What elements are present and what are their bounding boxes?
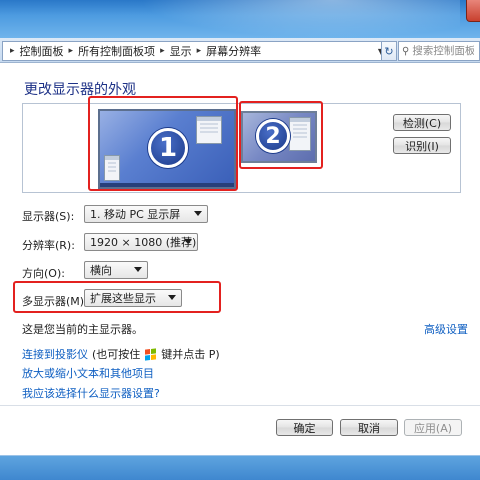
detect-button[interactable]: 检测(C) <box>393 114 451 131</box>
orientation-select-value: 横向 <box>90 264 112 277</box>
orientation-label: 方向(O): <box>22 267 65 280</box>
orientation-row: 方向(O): <box>22 265 65 281</box>
window-bottom-edge <box>0 455 480 480</box>
bottom-divider <box>0 405 480 406</box>
resolution-select-value: 1920 × 1080 (推荐) <box>90 236 197 249</box>
chevron-down-icon <box>194 211 202 216</box>
ok-button[interactable]: 确定 <box>276 419 333 436</box>
breadcrumb-screen-resolution[interactable]: 屏幕分辨率 <box>206 43 261 59</box>
primary-display-text: 这是您当前的主显示器。 <box>22 323 143 336</box>
connect-projector-link[interactable]: 连接到投影仪 <box>22 346 88 362</box>
window-title-bar <box>0 0 480 38</box>
search-icon: ⚲ <box>402 45 410 57</box>
breadcrumb-chevron-icon: ▸ <box>10 46 15 56</box>
breadcrumb-chevron-icon[interactable]: ▸ <box>69 46 74 56</box>
connect-projector-row: 连接到投影仪 (也可按住 键并点击 P) <box>22 346 220 362</box>
window-close-button[interactable] <box>466 0 480 22</box>
chevron-down-icon <box>134 267 142 272</box>
display-row: 显示器(S): <box>22 208 74 224</box>
display-select-value: 1. 移动 PC 显示屏 <box>90 208 181 221</box>
address-bar[interactable]: ▸ 控制面板 ▸ 所有控制面板项 ▸ 显示 ▸ 屏幕分辨率 ▼ <box>2 41 390 61</box>
address-toolbar: ▸ 控制面板 ▸ 所有控制面板项 ▸ 显示 ▸ 屏幕分辨率 ▼ ↻ ⚲ <box>0 38 480 63</box>
breadcrumb-chevron-icon[interactable]: ▸ <box>160 46 165 56</box>
cancel-button[interactable]: 取消 <box>340 419 398 436</box>
highlight-monitor-2 <box>239 101 323 169</box>
highlight-monitor-1 <box>88 96 238 191</box>
advanced-settings-link[interactable]: 高级设置 <box>424 321 468 337</box>
display-select[interactable]: 1. 移动 PC 显示屏 <box>84 205 208 223</box>
refresh-button[interactable]: ↻ <box>381 41 397 61</box>
highlight-multi-display <box>13 281 221 313</box>
projector-hint-pre: (也可按住 <box>92 348 141 361</box>
refresh-icon: ↻ <box>384 44 394 58</box>
identify-button[interactable]: 识别(I) <box>393 137 451 154</box>
chevron-down-icon <box>184 239 192 244</box>
search-box[interactable]: ⚲ <box>398 41 480 61</box>
display-label: 显示器(S): <box>22 210 75 223</box>
which-settings-link[interactable]: 我应该选择什么显示器设置? <box>22 385 160 401</box>
windows-logo-icon <box>145 347 157 361</box>
resolution-row: 分辨率(R): <box>22 237 75 253</box>
apply-button[interactable]: 应用(A) <box>404 419 462 436</box>
resolution-select[interactable]: 1920 × 1080 (推荐) <box>84 233 198 251</box>
breadcrumb-all-items[interactable]: 所有控制面板项 <box>78 43 155 59</box>
projector-hint-post: 键并点击 P) <box>161 348 220 361</box>
title-glow <box>140 0 460 38</box>
breadcrumb-chevron-icon[interactable]: ▸ <box>197 46 202 56</box>
orientation-select[interactable]: 横向 <box>84 261 148 279</box>
text-size-link[interactable]: 放大或缩小文本和其他项目 <box>22 365 154 381</box>
breadcrumb-control-panel[interactable]: 控制面板 <box>20 43 64 59</box>
search-input[interactable] <box>412 45 475 57</box>
resolution-label: 分辨率(R): <box>22 239 75 252</box>
breadcrumb: ▸ 控制面板 ▸ 所有控制面板项 ▸ 显示 ▸ 屏幕分辨率 <box>5 43 261 59</box>
breadcrumb-display[interactable]: 显示 <box>170 43 192 59</box>
